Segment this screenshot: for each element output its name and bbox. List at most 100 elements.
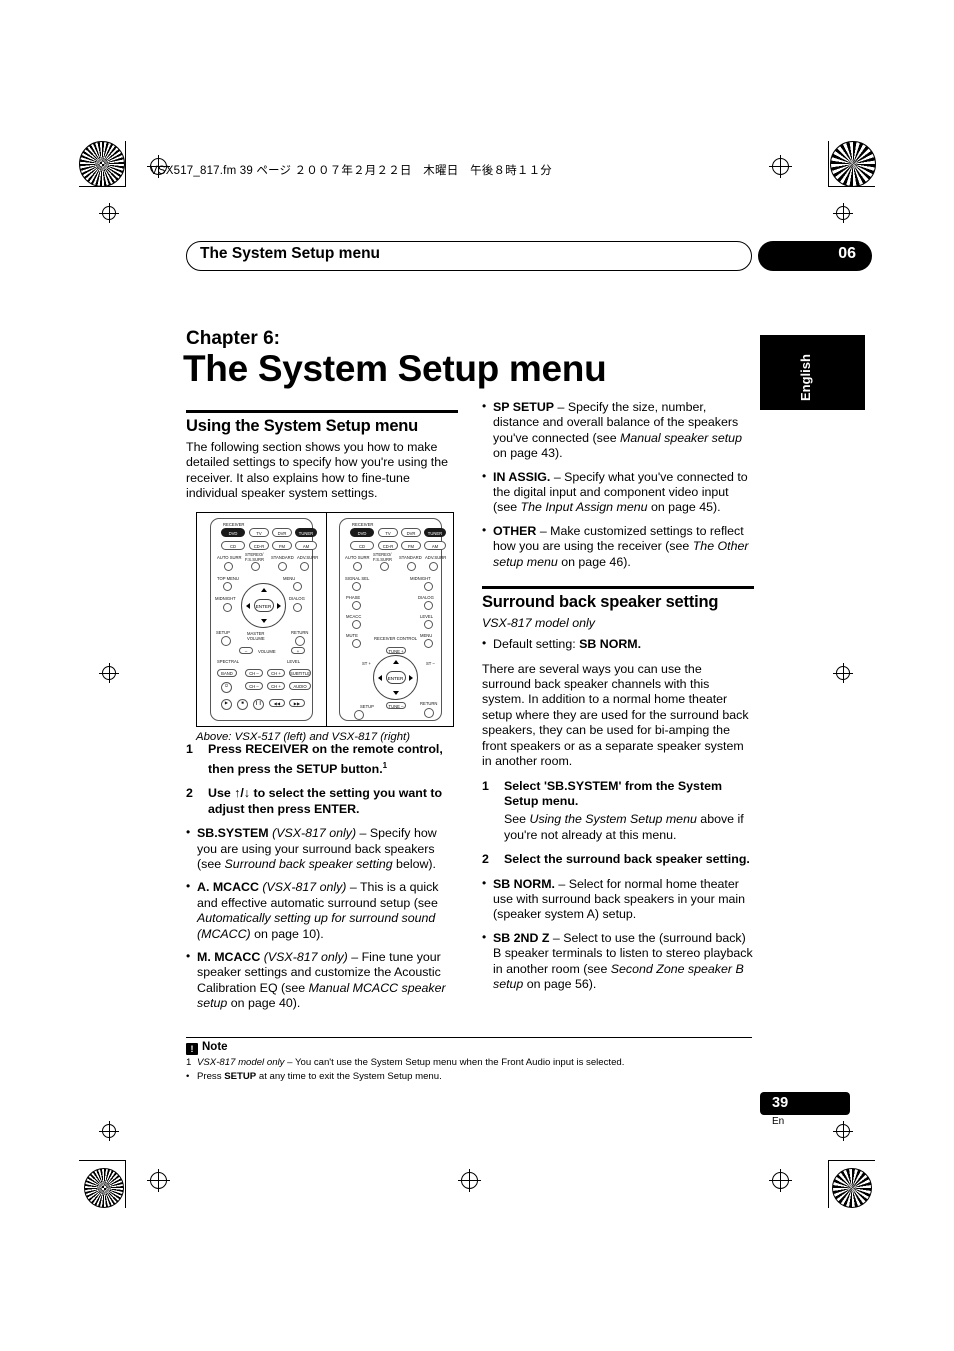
remote-517-dialog-label: DIALOG <box>289 596 305 601</box>
remote-817-receiver-control-label: RECEIVER CONTROL <box>374 636 418 641</box>
right-bullets-top: SP SETUP – Specify the size, number, dis… <box>482 399 754 570</box>
note-icon: ! <box>186 1043 198 1056</box>
remote-517-button-dimmer2: CH + <box>267 682 285 690</box>
remote-517-button-midnight <box>223 603 232 612</box>
remote-817-button-tune-up: TUNE + <box>386 647 406 654</box>
remote-517-level-label: LEVEL <box>287 659 301 664</box>
remote-817-standard-label: STANDARD <box>399 555 422 560</box>
remote-817-button-level <box>424 620 433 629</box>
language-tab-label: English <box>798 354 813 401</box>
bullet-a-mcacc: A. MCACC (VSX-817 only) – This is a quic… <box>186 879 458 942</box>
note-item-2: • Press SETUP at any time to exit the Sys… <box>186 1071 752 1083</box>
remote-817-button-phase <box>352 601 361 610</box>
remote-517-button-am: AM <box>295 541 317 550</box>
crop-mark-top-left-h <box>79 186 125 187</box>
remote-517-dpad-up-icon <box>261 588 267 592</box>
remote-817-dpad-left-icon <box>378 675 382 681</box>
remote-517-stereo-label: STEREO/F.S.SURR <box>245 552 265 562</box>
section-rule-left <box>186 410 458 414</box>
remote-517-dpad: ENTER <box>241 583 286 628</box>
remote-517-button-power: ⏻ <box>221 682 232 693</box>
right-step-2: 2 Select the surround back speaker setti… <box>482 852 754 867</box>
remote-817-button-tuner: TUNER <box>424 528 446 537</box>
remote-517-button-pause: ❙❙ <box>253 699 264 710</box>
remote-817-button-cdr: CD-R <box>378 541 398 550</box>
remote-517-button-dimmer: CH – <box>245 682 263 690</box>
remote-517-spectral-label: SPECTRAL <box>217 659 240 664</box>
bullet-in-assig-term: IN ASSIG. <box>493 469 551 484</box>
remote-817-body: RECEIVER DVD TV DVR TUNER CD CD-R FM AM … <box>339 518 446 721</box>
remote-517-button-tuner: TUNER <box>295 528 317 537</box>
default-setting-value: SB NORM. <box>579 637 642 652</box>
note-item-2-mark: • <box>186 1070 190 1082</box>
remote-817-midnight-label: MIDNIGHT <box>410 576 431 581</box>
remote-817-st-minus-label: ST – <box>426 661 435 666</box>
remote-817-button-fm: FM <box>401 541 421 550</box>
remote-817-button-tune-down: TUNE – <box>386 702 406 709</box>
halftone-target-bottom-left <box>84 1168 124 1208</box>
crop-mark-bottom-right-h <box>829 1160 875 1161</box>
remote-817-button-cd: CD <box>350 541 374 550</box>
bullet-sp-setup-ref: Manual speaker setup <box>620 430 742 445</box>
remote-517-button-tv: TV <box>249 528 269 537</box>
step-1-number: 1 <box>186 742 193 757</box>
remote-517-button-stop: ■ <box>237 699 248 710</box>
bullet-sb-2nd-z-tail: on page 56). <box>523 976 597 991</box>
remote-517-button-stereo <box>251 562 260 571</box>
figure-caption: Above: VSX-517 (left) and VSX-817 (right… <box>196 731 410 743</box>
default-setting-prefix: Default setting: <box>493 637 580 652</box>
remote-517-button-auto-surr <box>224 562 233 571</box>
remote-517-topmenu-label: TOP MENU <box>217 576 239 581</box>
intro-paragraph: The following section shows you how to m… <box>186 439 449 501</box>
section-heading-using-system-setup: Using the System Setup menu <box>186 417 419 436</box>
running-head-text: The System Setup menu <box>200 245 381 262</box>
note-item-2-text: at any time to exit the System Setup men… <box>256 1070 442 1082</box>
note-items: 1 VSX-817 model only – You can't use the … <box>186 1057 752 1083</box>
remote-517-button-standard <box>278 562 287 571</box>
remote-517-button-ch-minus: CH – <box>245 669 263 677</box>
remote-817-dpad-down-icon <box>393 691 399 695</box>
registration-cross-top-right <box>769 155 792 178</box>
remote-817-receiver-label: RECEIVER <box>352 522 374 527</box>
bullet-sb-2nd-z: SB 2ND Z – Select to use the (surround b… <box>482 930 754 993</box>
language-tab: English <box>760 335 865 410</box>
remote-517-button-adv-surr <box>300 562 309 571</box>
remote-517-button-ch-plus: CH + <box>267 669 285 677</box>
remote-517-button-audio: AUDIO <box>289 682 311 690</box>
bullet-sp-setup-term: SP SETUP <box>493 400 555 414</box>
note-heading-text: Note <box>202 1041 228 1054</box>
note-item-1-italic: VSX-817 model only <box>197 1057 285 1069</box>
remote-517-button-dvd: DVD <box>221 528 245 537</box>
page-title: The System Setup menu <box>183 348 607 389</box>
remote-517-midnight-label: MIDNIGHT <box>215 596 236 601</box>
bullet-sb-system-ref: Surround back speaker setting <box>224 856 393 871</box>
right-step-1-note: See Using the System Setup menu above if… <box>504 812 754 843</box>
right-step-1: 1 Select 'SB.SYSTEM' from the System Set… <box>482 779 754 844</box>
bullet-m-mcacc: M. MCACC (VSX-817 only) – Fine tune your… <box>186 949 458 1012</box>
registration-cross-bottom-left <box>147 1169 170 1192</box>
bullet-sb-norm-term: SB NORM. <box>493 876 555 891</box>
chapter-number-badge: 06 <box>758 241 872 271</box>
bullet-in-assig-tail: on page 45). <box>647 500 721 515</box>
remote-517-button-play: ▶ <box>221 699 232 710</box>
step-1-text: Press RECEIVER on the remote control, th… <box>208 742 443 776</box>
remote-817-button-adv-surr <box>429 562 438 571</box>
remote-517-button-menu <box>293 582 302 591</box>
remote-817-level-label: LEVEL <box>420 614 434 619</box>
remote-517-dpad-left-icon <box>246 603 250 609</box>
bullet-sp-setup-tail: on page 43). <box>493 446 563 461</box>
section-heading-surround-back: Surround back speaker setting <box>482 593 719 612</box>
remote-517-button-subtitle: SUBTITLE <box>289 669 311 677</box>
remote-517-body: RECEIVER DVD TV DVR TUNER CD CD-R FM AM … <box>210 518 318 721</box>
registration-cross-bottom-right <box>769 1169 792 1192</box>
remote-517-dpad-right-icon <box>277 603 281 609</box>
bullet-sb-system-term: SB.SYSTEM <box>197 826 269 841</box>
registration-cross-bottom-center <box>458 1169 481 1192</box>
remote-517-button-enter: ENTER <box>253 599 274 612</box>
remote-817-button-stereo <box>380 562 389 571</box>
remote-517-button-rew: ◀◀ <box>269 699 285 707</box>
remote-817-button-enter: ENTER <box>385 671 406 684</box>
right-step-1-text: Select 'SB.SYSTEM' from the System Setup… <box>504 778 722 808</box>
remote-817-button-midnight <box>424 582 433 591</box>
remote-517-button-top-menu <box>223 582 232 591</box>
